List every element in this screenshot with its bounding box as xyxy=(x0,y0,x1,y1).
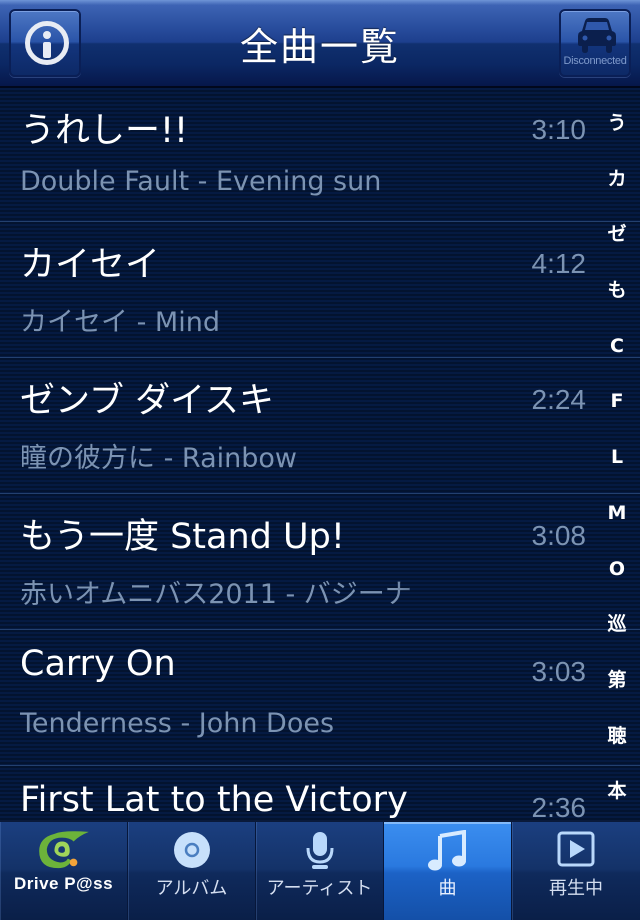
song-duration: 3:10 xyxy=(531,114,587,145)
song-duration: 3:03 xyxy=(531,656,587,687)
song-title: カイセイ xyxy=(20,245,161,285)
song-subtitle: 赤いオムニバス2011 - バジーナ xyxy=(20,579,412,610)
tab-label: 曲 xyxy=(438,878,457,899)
song-row[interactable]: First Lat to the Victory 2:36 xyxy=(0,766,640,820)
song-duration: 2:36 xyxy=(531,792,587,820)
connection-status: Disconnected xyxy=(563,55,627,67)
tab-artist[interactable]: アーティスト xyxy=(256,822,384,920)
song-row[interactable]: カイセイ 4:12 カイセイ - Mind xyxy=(0,222,640,358)
index-item[interactable]: 第 xyxy=(594,653,640,709)
song-title: Carry On xyxy=(20,644,176,684)
song-subtitle: Tenderness - John Does xyxy=(20,708,335,739)
song-title: First Lat to the Victory xyxy=(20,780,408,820)
song-duration: 2:24 xyxy=(531,384,587,415)
tab-label: アルバム xyxy=(155,878,228,899)
connection-button[interactable]: Disconnected xyxy=(559,9,631,77)
song-row[interactable]: Carry On 3:03 Tenderness - John Does xyxy=(0,630,640,766)
song-row[interactable]: うれしー!! 3:10 Double Fault - Evening sun xyxy=(0,88,640,222)
tab-label: Drive P@ss xyxy=(13,874,114,893)
index-item[interactable]: L xyxy=(594,430,640,486)
song-row[interactable]: もう一度 Stand Up! 3:08 赤いオムニバス2011 - バジーナ xyxy=(0,494,640,630)
tab-album[interactable]: アルバム xyxy=(128,822,256,920)
index-item[interactable]: 本 xyxy=(594,764,640,820)
music-note-icon xyxy=(428,830,466,871)
tab-now-playing[interactable]: 再生中 xyxy=(512,822,640,920)
song-duration: 3:08 xyxy=(531,520,587,551)
tab-songs[interactable]: 曲 xyxy=(384,822,512,920)
car-icon xyxy=(578,18,616,53)
play-icon xyxy=(557,831,595,867)
tab-label: アーティスト xyxy=(266,878,373,899)
song-title: うれしー!! xyxy=(20,111,189,151)
song-subtitle: カイセイ - Mind xyxy=(20,307,220,338)
song-duration: 4:12 xyxy=(531,248,587,279)
tab-bar: Drive P@ss アルバム アーティスト 曲 再生中 xyxy=(0,820,640,920)
index-item[interactable]: M xyxy=(594,486,640,542)
song-subtitle: Double Fault - Evening sun xyxy=(20,166,382,197)
index-item[interactable]: も xyxy=(594,263,640,319)
index-item[interactable]: 巡 xyxy=(594,597,640,653)
microphone-icon xyxy=(306,832,334,869)
index-item[interactable]: カ xyxy=(594,152,640,208)
index-item[interactable]: 聴 xyxy=(594,709,640,765)
song-list[interactable]: うれしー!! 3:10 Double Fault - Evening sun カ… xyxy=(0,88,640,820)
index-item[interactable]: ゼ xyxy=(594,207,640,263)
tab-label: 再生中 xyxy=(549,878,603,899)
page-title: 全曲一覧 xyxy=(239,25,400,69)
index-item[interactable]: C xyxy=(594,319,640,375)
song-title: ゼンブ ダイスキ xyxy=(20,381,275,421)
tab-drivepass[interactable]: Drive P@ss xyxy=(0,822,128,920)
index-item[interactable]: O xyxy=(594,542,640,598)
index-item[interactable]: F xyxy=(594,374,640,430)
drivepass-logo-icon xyxy=(39,831,89,869)
index-item[interactable]: う xyxy=(594,96,640,152)
disc-icon xyxy=(174,832,210,868)
section-index-bar[interactable]: う カ ゼ も C F L M O 巡 第 聴 本 xyxy=(594,96,640,814)
nav-bar: 全曲一覧 Disconnected xyxy=(0,0,640,88)
song-row[interactable]: ゼンブ ダイスキ 2:24 瞳の彼方に - Rainbow xyxy=(0,358,640,494)
song-title: もう一度 Stand Up! xyxy=(20,517,345,557)
song-subtitle: 瞳の彼方に - Rainbow xyxy=(20,443,297,474)
